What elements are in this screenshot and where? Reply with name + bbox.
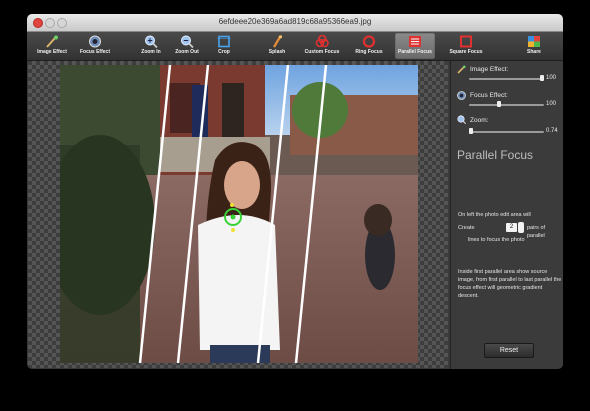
pairs-count-field[interactable]: 2	[506, 223, 517, 232]
splash-label: Splash	[268, 49, 286, 55]
parallel-line-4	[294, 65, 328, 363]
focus-effect-slider-label: Focus Effect:	[470, 92, 508, 99]
image-effect-button[interactable]: Image Effect	[33, 33, 71, 59]
focus-effect-button[interactable]: Focus Effect	[76, 33, 114, 59]
zoom-in-button[interactable]: Zoom In	[137, 33, 165, 59]
photo-edit-area[interactable]	[28, 61, 448, 368]
brush-icon	[272, 35, 283, 48]
image-effect-slider-thumb[interactable]	[540, 75, 544, 81]
parallel-focus-label: Parallel Focus	[398, 49, 432, 55]
zoom-out-icon	[181, 35, 194, 48]
window-title: 6efdeee20e369a6ad819c68a95366ea9.jpg	[218, 17, 372, 26]
custom-focus-label: Custom Focus	[304, 49, 340, 55]
square-focus-label: Square Focus	[449, 49, 483, 55]
photo-preview[interactable]	[60, 65, 418, 363]
focus-bottom-handle	[231, 228, 235, 232]
focus-effect-slider[interactable]	[469, 101, 544, 107]
reset-button[interactable]: Reset	[484, 343, 534, 358]
lens-icon	[89, 35, 101, 48]
share-label: Share	[527, 49, 541, 55]
crop-icon	[217, 35, 231, 48]
crop-label: Crop	[218, 49, 230, 55]
ring-icon	[362, 35, 376, 48]
lens-icon	[457, 91, 466, 100]
parallel-line-1	[138, 65, 172, 363]
mode-description-1: On left the photo edit area will	[458, 212, 531, 218]
splash-button[interactable]: Splash	[265, 33, 289, 59]
focus-effect-value: 100	[546, 101, 557, 107]
zoom-in-icon	[145, 35, 158, 48]
zoom-out-label: Zoom Out	[175, 49, 199, 55]
mode-title: Parallel Focus	[457, 148, 534, 162]
zoom-in-label: Zoom In	[141, 49, 161, 55]
toolbar: Image Effect Focus Effect Zoom In Zoom O…	[27, 32, 563, 61]
title-bar: 6efdeee20e369a6ad819c68a95366ea9.jpg	[27, 14, 563, 32]
parallel-line-3	[256, 65, 290, 363]
mode-description-3: Inside first parallel area show source i…	[458, 269, 562, 299]
image-effect-slider-label: Image Effect:	[470, 66, 509, 73]
parallel-lines-icon	[409, 36, 421, 47]
focus-effect-slider-thumb[interactable]	[497, 101, 501, 107]
zoom-slider-label: Zoom:	[470, 117, 489, 124]
custom-focus-button[interactable]: Custom Focus	[302, 33, 342, 59]
focus-effect-label: Focus Effect	[79, 49, 110, 55]
custom-focus-icon	[315, 35, 329, 48]
mode-description-2: lines to focus the photo	[468, 237, 525, 243]
pairs-count-stepper[interactable]	[518, 222, 524, 233]
settings-panel: Image Effect: 100 Focus Effect: 100 Zoom…	[450, 61, 563, 369]
parallel-lines-overlay[interactable]	[60, 65, 418, 363]
share-button[interactable]: Share	[521, 33, 547, 59]
zoom-value: 0.74	[546, 128, 558, 134]
create-label: Create	[458, 225, 475, 231]
zoom-slider-thumb[interactable]	[469, 128, 473, 134]
image-effect-label: Image Effect	[37, 49, 67, 55]
square-icon	[460, 35, 472, 48]
focus-top-handle	[230, 203, 234, 207]
zoom-slider[interactable]	[469, 128, 544, 134]
image-effect-slider[interactable]	[469, 75, 544, 81]
parallel-line-2	[176, 65, 210, 363]
app-window: 6efdeee20e369a6ad819c68a95366ea9.jpg Ima…	[27, 14, 563, 369]
ring-focus-button[interactable]: Ring Focus	[353, 33, 385, 59]
square-focus-button[interactable]: Square Focus	[447, 33, 485, 59]
wand-icon	[46, 35, 58, 48]
share-icon	[528, 36, 540, 47]
ring-focus-label: Ring Focus	[355, 49, 383, 55]
pairs-label: pairs of parallel	[527, 225, 546, 239]
image-effect-value: 100	[546, 75, 557, 81]
zoom-out-button[interactable]: Zoom Out	[172, 33, 202, 59]
focus-center-dot	[230, 214, 236, 220]
parallel-focus-button[interactable]: Parallel Focus	[395, 33, 435, 59]
crop-button[interactable]: Crop	[213, 33, 235, 59]
wand-icon	[457, 65, 466, 74]
zoom-icon	[457, 115, 466, 124]
